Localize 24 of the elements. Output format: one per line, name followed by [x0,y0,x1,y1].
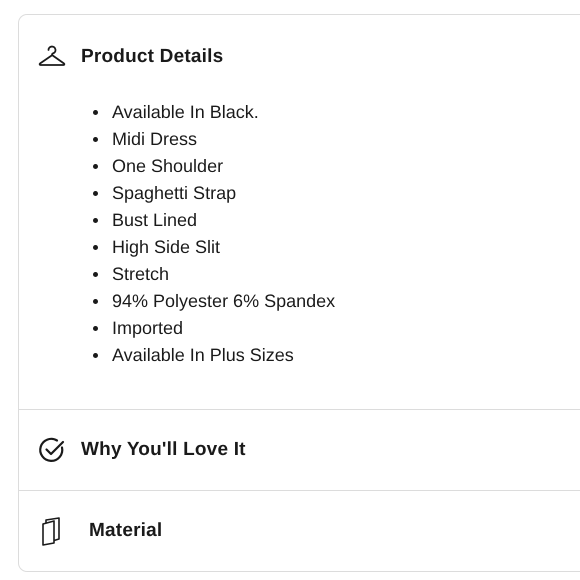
detail-item: Available In Black. [112,102,259,123]
section-title[interactable]: Material [89,520,162,542]
bullet-icon [93,326,98,331]
bullet-icon [93,272,98,277]
bullet-icon [93,353,98,358]
detail-item: One Shoulder [112,156,224,177]
detail-item: Imported [112,318,184,339]
bullet-icon [93,299,98,304]
bullet-icon [93,245,98,250]
bullet-icon [93,218,98,223]
detail-item: Spaghetti Strap [112,183,236,204]
detail-item: 94% Polyester 6% Spandex [112,291,336,312]
detail-item: Stretch [112,264,170,285]
detail-item: Midi Dress [112,129,198,150]
detail-item: Bust Lined [112,210,198,231]
bullet-icon [93,164,98,169]
bullet-icon [93,191,98,196]
section-title[interactable]: Product Details [81,46,224,68]
bullet-icon [93,137,98,142]
section-title[interactable]: Why You'll Love It [81,439,246,461]
bullet-icon [93,110,98,115]
detail-item: High Side Slit [112,237,220,258]
detail-item: Available In Plus Sizes [112,345,294,366]
check-circle-icon [37,435,67,465]
